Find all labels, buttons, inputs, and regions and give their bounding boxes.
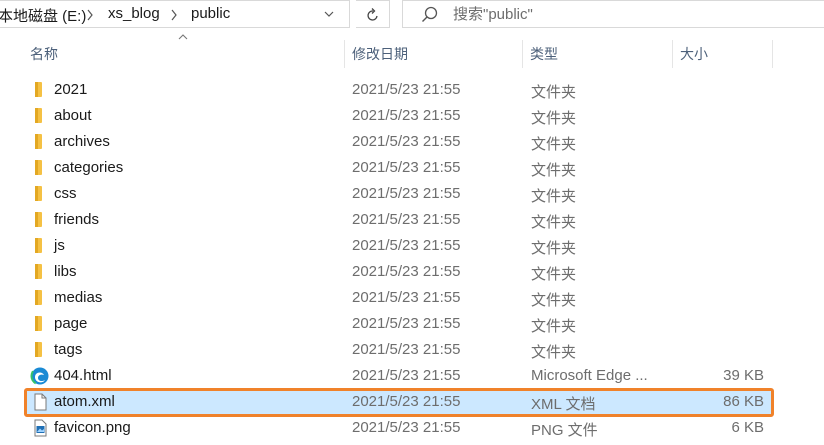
file-date: 2021/5/23 21:55 [352,237,461,254]
file-name: favicon.png [54,419,131,436]
list-item[interactable]: js 2021/5/23 21:55 文件夹 [26,233,772,259]
list-item[interactable]: libs 2021/5/23 21:55 文件夹 [26,259,772,285]
list-item[interactable]: tags 2021/5/23 21:55 文件夹 [26,337,772,363]
breadcrumb-drive[interactable]: 本地磁盘 (E:) [0,5,86,26]
list-item[interactable]: page 2021/5/23 21:55 文件夹 [26,311,772,337]
folder-icon [35,82,42,97]
file-date: 2021/5/23 21:55 [352,133,461,150]
header-type[interactable]: 类型 [522,40,672,68]
header-name[interactable]: 名称 [22,40,344,68]
folder-icon [35,290,42,305]
list-item[interactable]: categories 2021/5/23 21:55 文件夹 [26,155,772,181]
file-date: 2021/5/23 21:55 [352,289,461,306]
file-type: 文件夹 [531,84,577,101]
folder-icon [35,134,42,149]
file-name: about [54,107,92,124]
header-type-label: 类型 [530,46,558,62]
file-name: tags [54,341,83,358]
list-item[interactable]: 2021 2021/5/23 21:55 文件夹 [26,77,772,103]
file-date: 2021/5/23 21:55 [352,81,461,98]
file-type: 文件夹 [531,162,577,179]
file-name: medias [54,289,103,306]
file-date: 2021/5/23 21:55 [352,185,461,202]
file-type: 文件夹 [531,110,577,127]
file-name: page [54,315,88,332]
list-item-selected[interactable]: atom.xml 2021/5/23 21:55 XML 文档 86 KB [26,389,772,415]
file-type: 文件夹 [531,214,577,231]
file-type: 文件夹 [531,344,577,361]
folder-icon [35,186,42,201]
list-item[interactable]: favicon.png 2021/5/23 21:55 PNG 文件 6 KB [26,415,772,441]
file-size: 86 KB [723,393,764,410]
refresh-icon [367,8,378,21]
file-date: 2021/5/23 21:55 [352,107,461,124]
file-explorer: 本地磁盘 (E:) xs_blog public 名称 修 [0,0,824,445]
file-name: archives [54,133,110,150]
folder-icon [35,160,42,175]
file-name: friends [54,211,100,228]
file-date: 2021/5/23 21:55 [352,367,461,384]
folder-icon [35,238,42,253]
address-bar[interactable]: 本地磁盘 (E:) xs_blog public [0,0,350,28]
header-size-label: 大小 [680,46,708,62]
file-name: js [54,237,65,254]
image-file-icon [34,419,47,437]
file-name: atom.xml [54,393,115,410]
folder-icon [35,342,42,357]
list-item[interactable]: archives 2021/5/23 21:55 文件夹 [26,129,772,155]
folder-icon [35,316,42,331]
file-date: 2021/5/23 21:55 [352,419,461,436]
file-date: 2021/5/23 21:55 [352,159,461,176]
folder-icon [35,264,42,279]
file-name: css [54,185,77,202]
header-name-label: 名称 [30,46,58,62]
file-name: 2021 [54,81,88,98]
file-type: 文件夹 [531,188,577,205]
list-item[interactable]: medias 2021/5/23 21:55 文件夹 [26,285,772,311]
file-type: 文件夹 [531,318,577,335]
list-item[interactable]: friends 2021/5/23 21:55 文件夹 [26,207,772,233]
breadcrumb-xs-blog[interactable]: xs_blog [108,5,160,22]
list-item[interactable]: about 2021/5/23 21:55 文件夹 [26,103,772,129]
file-type: PNG 文件 [531,422,598,439]
header-date[interactable]: 修改日期 [344,40,522,68]
header-size[interactable]: 大小 [672,40,772,68]
file-date: 2021/5/23 21:55 [352,341,461,358]
file-date: 2021/5/23 21:55 [352,263,461,280]
list-item[interactable]: 404.html 2021/5/23 21:55 Microsoft Edge … [26,363,772,389]
folder-icon [35,212,42,227]
chevron-right-icon[interactable] [86,9,94,21]
header-date-label: 修改日期 [352,46,408,62]
file-date: 2021/5/23 21:55 [352,393,461,410]
file-date: 2021/5/23 21:55 [352,315,461,332]
search-box[interactable] [402,0,824,28]
edge-html-icon [30,366,50,386]
file-date: 2021/5/23 21:55 [352,211,461,228]
file-name: libs [54,263,77,280]
file-type: Microsoft Edge ... [531,367,648,384]
toolbar: 本地磁盘 (E:) xs_blog public [0,0,824,32]
sort-ascending-icon [178,34,188,40]
chevron-right-icon[interactable] [170,9,178,21]
file-type: XML 文档 [531,396,596,413]
breadcrumb-public[interactable]: public [191,5,230,22]
list-item[interactable]: css 2021/5/23 21:55 文件夹 [26,181,772,207]
file-size: 6 KB [731,419,764,436]
file-type: 文件夹 [531,292,577,309]
column-headers: 名称 修改日期 类型 大小 [0,40,824,68]
folder-icon [35,108,42,123]
file-name: 404.html [54,367,112,384]
file-type: 文件夹 [531,136,577,153]
search-icon [422,6,438,22]
refresh-button[interactable] [356,0,390,28]
file-name: categories [54,159,124,176]
document-icon [34,393,47,411]
search-input[interactable] [453,4,813,24]
file-type: 文件夹 [531,266,577,283]
file-type: 文件夹 [531,240,577,257]
column-divider[interactable] [772,40,773,68]
chevron-down-icon[interactable] [324,10,334,18]
file-size: 39 KB [723,367,764,384]
